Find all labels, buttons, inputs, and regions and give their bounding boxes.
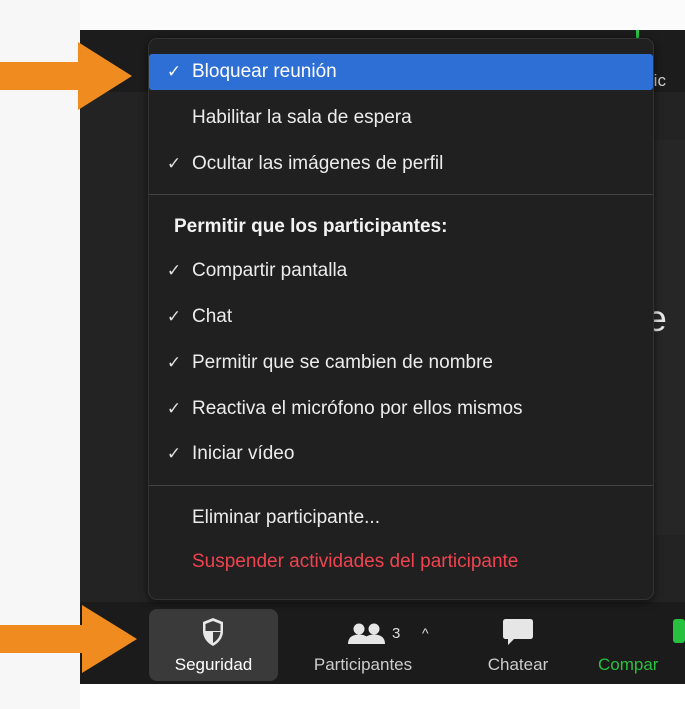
menu-item-label: Suspender actividades del participante — [192, 551, 519, 572]
page: ric te Seguridad — [0, 0, 685, 709]
check-icon: ✓ — [166, 444, 182, 463]
participants-icon: 3 ^ — [288, 613, 438, 649]
chat-button[interactable]: Chatear — [470, 609, 566, 681]
check-icon: ✓ — [166, 399, 182, 418]
menu-item-label: Bloquear reunión — [192, 61, 337, 82]
arrow-right-icon — [0, 605, 137, 673]
security-button[interactable]: Seguridad — [149, 609, 278, 681]
menu-item-label: Permitir que se cambien de nombre — [192, 352, 493, 373]
check-icon: ✓ — [166, 353, 182, 372]
menu-item-label: Compartir pantalla — [192, 260, 348, 281]
participants-caret[interactable]: ^ — [422, 625, 429, 641]
menu-item-waiting-room[interactable]: Habilitar la sala de espera — [149, 100, 653, 136]
menu-item-remove-participant[interactable]: Eliminar participante... — [149, 500, 653, 536]
share-screen-label: Compar — [598, 655, 659, 674]
menu-item-suspend-activities[interactable]: Suspender actividades del participante — [149, 544, 653, 580]
menu-item-lock-meeting[interactable]: ✓ Bloquear reunión — [149, 54, 653, 90]
arrow-right-icon — [0, 42, 132, 110]
menu-item-chat[interactable]: ✓ Chat — [149, 299, 653, 335]
shield-icon — [149, 613, 278, 649]
menu-item-label: Habilitar la sala de espera — [192, 107, 412, 128]
menu-item-share-screen[interactable]: ✓ Compartir pantalla — [149, 253, 653, 289]
share-screen-button[interactable]: Compar — [592, 609, 685, 681]
section-header-label: Permitir que los participantes: — [174, 216, 448, 237]
menu-divider — [149, 194, 653, 195]
menu-item-label: Ocultar las imágenes de perfil — [192, 153, 444, 174]
menu-item-rename[interactable]: ✓ Permitir que se cambien de nombre — [149, 345, 653, 381]
menu-item-label: Iniciar vídeo — [192, 443, 295, 464]
menu-item-unmute-themselves[interactable]: ✓ Reactiva el micrófono por ellos mismos — [149, 391, 653, 427]
chat-bubble-icon — [470, 613, 566, 649]
page-top-strip — [0, 0, 685, 30]
security-label: Seguridad — [174, 655, 253, 674]
menu-item-label: Eliminar participante... — [192, 507, 380, 528]
participants-label: Participantes — [313, 655, 413, 674]
meeting-toolbar: Seguridad 3 ^ Participantes Chatear Comp… — [80, 602, 685, 684]
menu-item-hide-profile-pictures[interactable]: ✓ Ocultar las imágenes de perfil — [149, 146, 653, 182]
menu-divider — [149, 485, 653, 486]
check-icon: ✓ — [166, 261, 182, 280]
participants-button[interactable]: 3 ^ Participantes — [288, 609, 438, 681]
menu-item-label: Chat — [192, 306, 233, 327]
share-screen-icon — [592, 613, 685, 649]
menu-section-header: Permitir que los participantes: — [149, 209, 653, 245]
check-icon: ✓ — [166, 154, 182, 173]
security-menu: ✓ Bloquear reunión Habilitar la sala de … — [148, 38, 654, 600]
check-icon: ✓ — [166, 62, 182, 81]
menu-item-start-video[interactable]: ✓ Iniciar vídeo — [149, 436, 653, 472]
participant-count: 3 — [392, 625, 401, 642]
menu-item-label: Reactiva el micrófono por ellos mismos — [192, 398, 523, 419]
chat-label: Chatear — [487, 655, 549, 674]
check-icon: ✓ — [166, 307, 182, 326]
